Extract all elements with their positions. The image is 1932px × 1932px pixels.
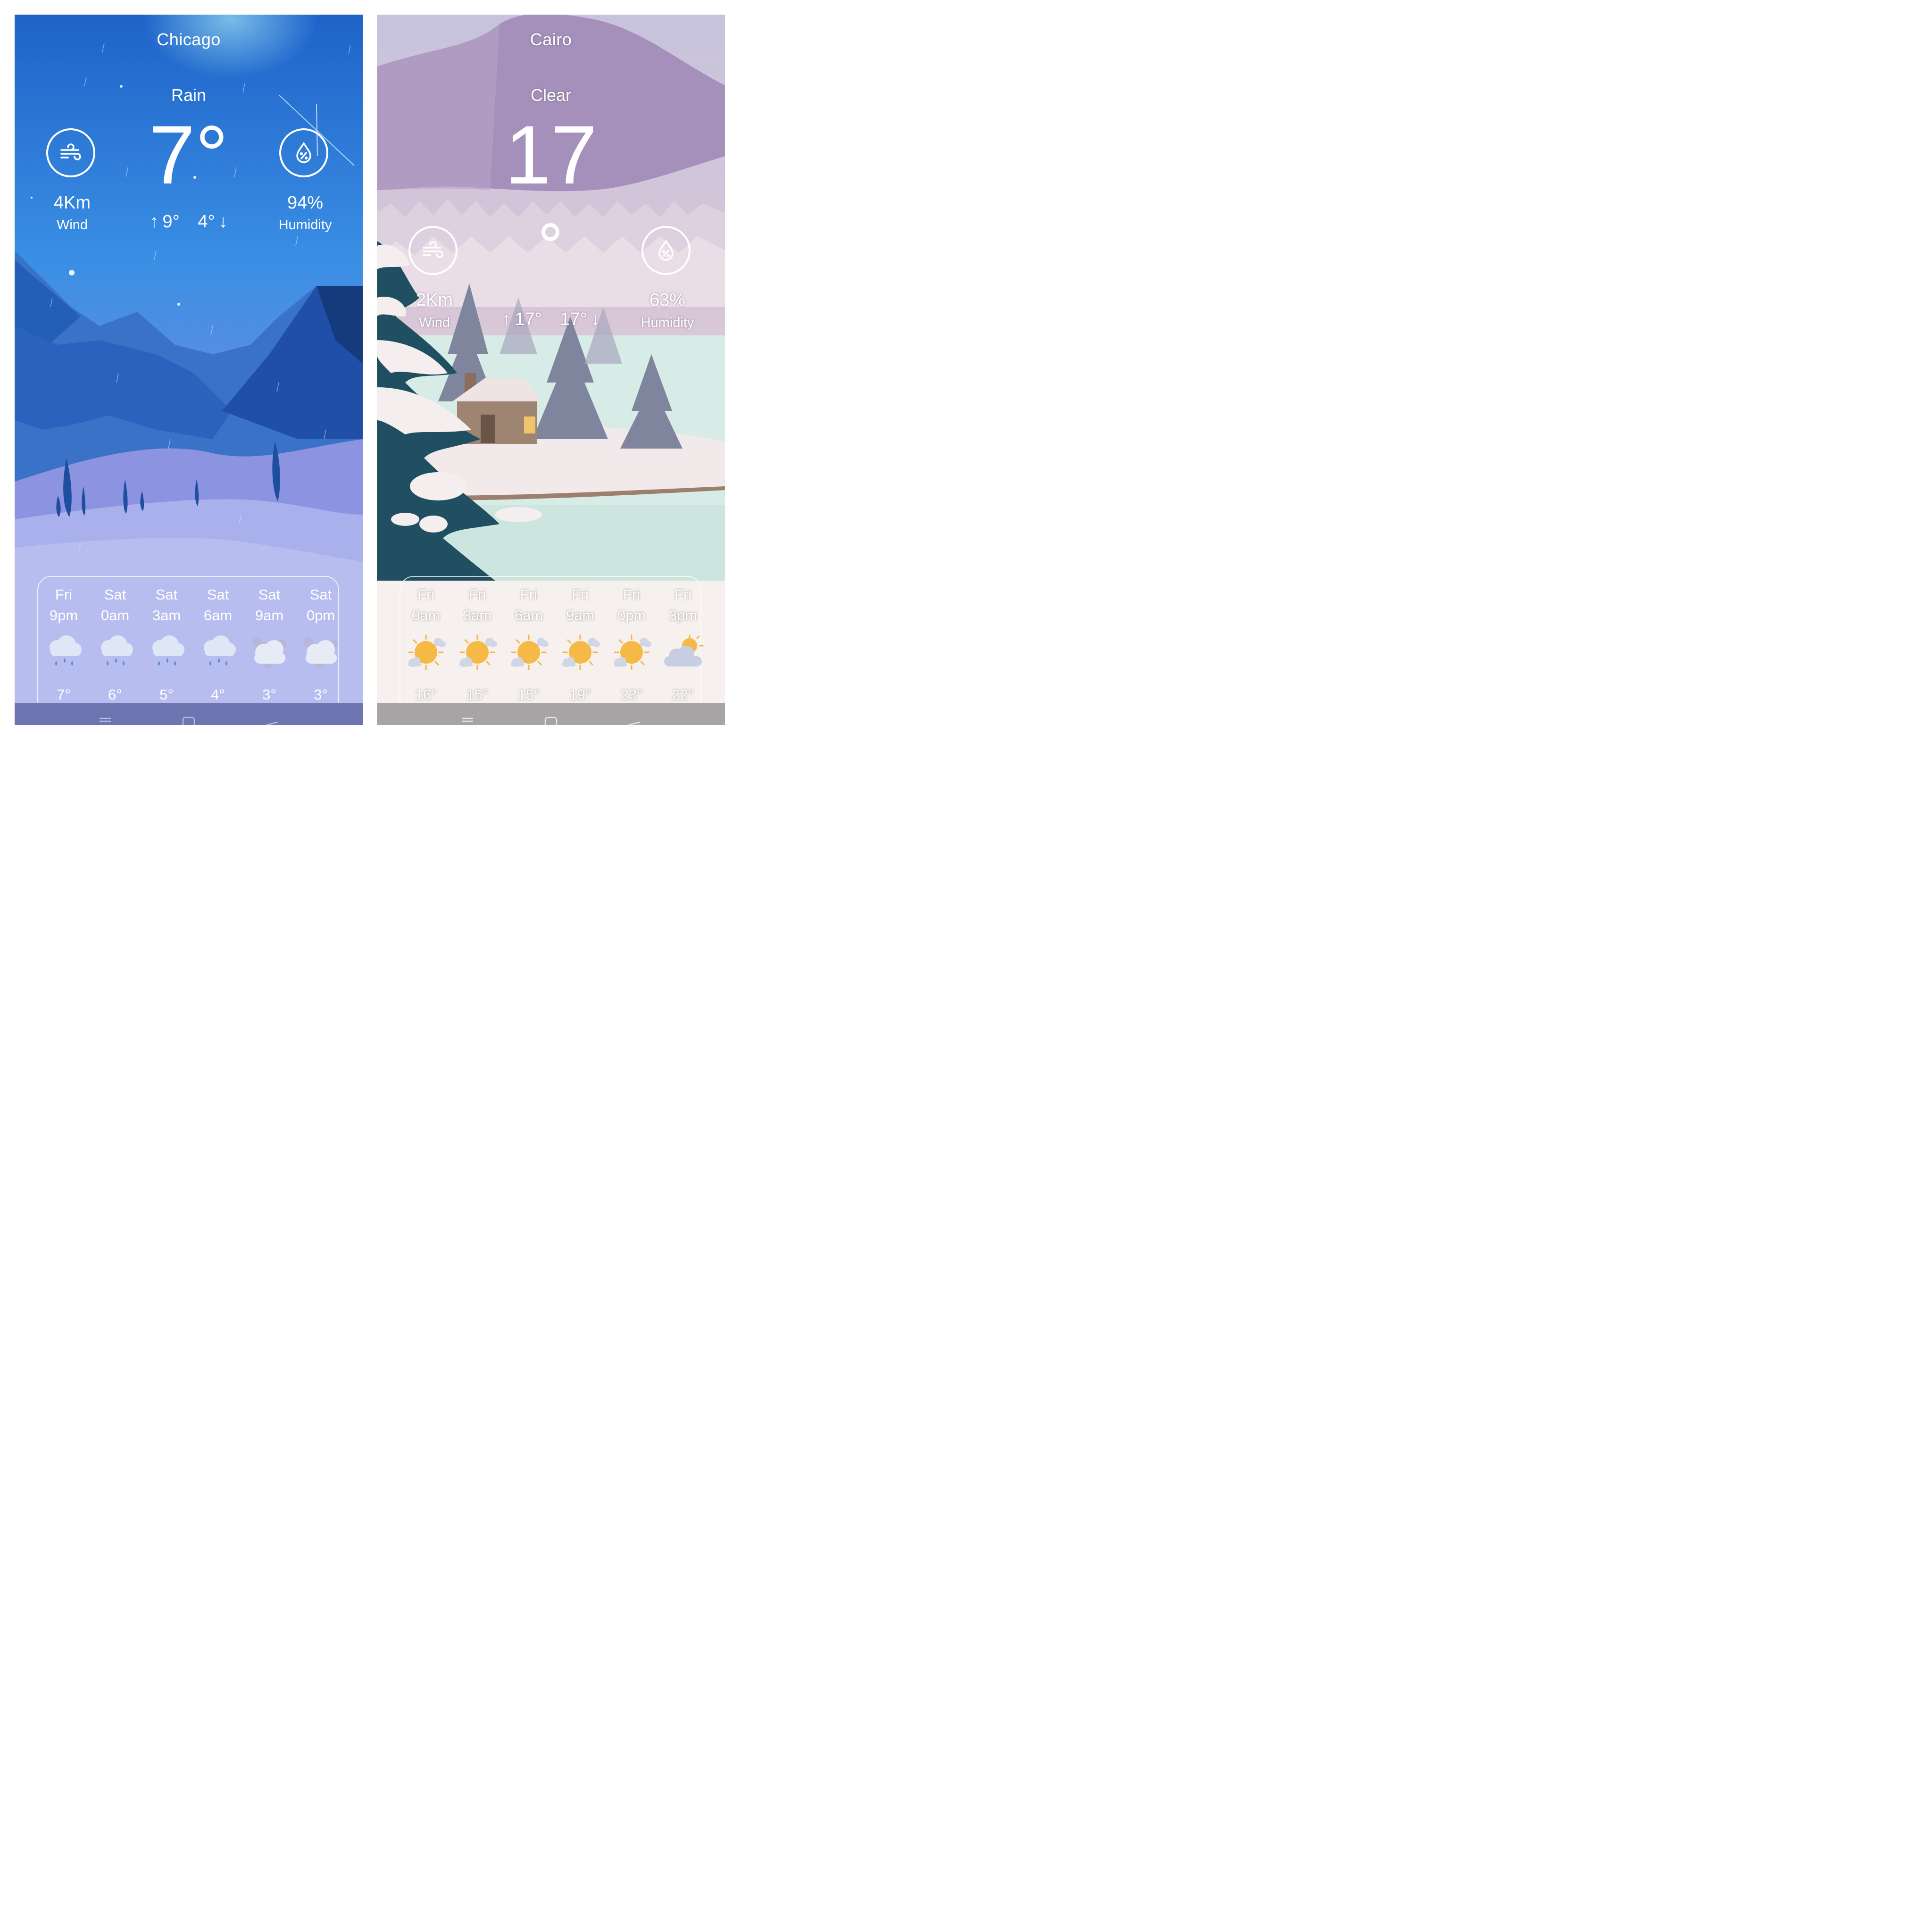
forecast-temp: 22° xyxy=(672,686,694,703)
forecast-temp: 6° xyxy=(108,686,122,703)
forecast-day: Fri xyxy=(417,586,435,603)
system-navigation-bar xyxy=(377,703,725,725)
forecast-time: 3am xyxy=(152,607,181,624)
wind-icon xyxy=(408,226,458,275)
forecast-time: 6am xyxy=(514,607,543,624)
forecast-temp: 3° xyxy=(262,686,276,703)
arrow-down-icon: ↓ xyxy=(218,212,228,232)
sun-cloud-icon xyxy=(610,633,653,671)
forecast-temp: 4° xyxy=(211,686,225,703)
menu-nav-icon[interactable] xyxy=(100,717,111,722)
forecast-day: Fri xyxy=(571,586,589,603)
forecast-temp: 7° xyxy=(57,686,71,703)
forecast-item: Fri 3am 15° xyxy=(454,577,501,716)
high-low-temperatures: ↑ 9° 4° ↓ xyxy=(15,212,363,232)
forecast-time: 0pm xyxy=(306,607,335,624)
city-name[interactable]: Cairo xyxy=(377,30,725,50)
city-name[interactable]: Chicago xyxy=(15,30,363,50)
forecast-temp: 15° xyxy=(517,686,540,703)
cloud-sun-icon xyxy=(661,633,705,671)
forecast-time: 3pm xyxy=(668,607,698,624)
forecast-time: 0pm xyxy=(617,607,646,624)
arrow-up-icon: ↑ xyxy=(150,212,159,232)
forecast-temp: 15° xyxy=(466,686,489,703)
forecast-time: 9am xyxy=(566,607,595,624)
low-temp: 17° ↓ xyxy=(560,309,600,329)
forecast-day: Fri xyxy=(55,586,73,603)
cairo-weather-screen: Cairo Clear 17 2Km Wind 63% Humidity ↑ 17… xyxy=(377,15,725,725)
sun-cloud-icon xyxy=(507,633,550,671)
humidity-value: 94% xyxy=(287,193,324,213)
cloudy-icon xyxy=(248,633,291,671)
forecast-day: Fri xyxy=(674,586,692,603)
hourly-forecast-panel[interactable]: Fri 9pm 7° Sat 0am 6° Sat 3am 5° Sat 6am 4° Sat 9am 3°… xyxy=(37,576,339,715)
forecast-time: 6am xyxy=(203,607,233,624)
hourly-forecast-panel[interactable]: Fri 0am 16° Fri 3am 15° Fri 6am 15° Fri 9am 19° Fri 0… xyxy=(400,576,704,716)
humidity-value: 63% xyxy=(649,290,686,310)
sun-cloud-icon xyxy=(404,633,448,671)
wind-value: 4Km xyxy=(53,193,91,213)
back-nav-icon[interactable] xyxy=(266,721,278,725)
cloudy-icon xyxy=(299,633,342,671)
forecast-item: Sat 0pm 3° xyxy=(297,577,344,716)
forecast-item: Sat 6am 4° xyxy=(194,577,242,716)
menu-nav-icon[interactable] xyxy=(462,717,473,722)
back-nav-icon[interactable] xyxy=(628,721,641,725)
forecast-temp: 19° xyxy=(569,686,591,703)
wind-value: 2Km xyxy=(416,290,453,310)
home-nav-icon[interactable] xyxy=(544,716,558,725)
forecast-item: Fri 0pm 23° xyxy=(608,577,655,716)
arrow-up-icon: ↑ xyxy=(502,309,511,329)
sun-cloud-icon xyxy=(558,633,602,671)
forecast-day: Sat xyxy=(104,586,126,603)
current-temperature: 17 xyxy=(505,109,597,201)
rain-cloud-icon xyxy=(93,633,137,671)
forecast-day: Sat xyxy=(309,586,332,603)
forecast-temp: 16° xyxy=(415,686,437,703)
wind-icon xyxy=(46,128,95,177)
forecast-day: Fri xyxy=(520,586,538,603)
forecast-day: Fri xyxy=(623,586,641,603)
rain-cloud-icon xyxy=(196,633,240,671)
forecast-temp: 23° xyxy=(620,686,643,703)
rain-cloud-icon xyxy=(42,633,85,671)
forecast-item: Fri 9am 19° xyxy=(557,577,604,716)
humidity-icon xyxy=(279,128,328,177)
forecast-time: 0am xyxy=(411,607,441,624)
system-navigation-bar xyxy=(15,703,363,725)
forecast-item: Fri 3pm 22° xyxy=(659,577,707,716)
forecast-item: Fri 9pm 7° xyxy=(40,577,87,716)
chicago-weather-screen: Chicago Rain 7° 4Km Wind 94% Humidity ↑ 9… xyxy=(15,15,363,725)
weather-condition: Clear xyxy=(530,85,572,105)
sun-cloud-icon xyxy=(456,633,499,671)
forecast-item: Sat 9am 3° xyxy=(246,577,293,716)
degree-symbol xyxy=(541,223,559,241)
humidity-icon xyxy=(641,226,691,275)
forecast-day: Sat xyxy=(258,586,281,603)
high-temp: ↑ 9° xyxy=(150,212,180,232)
forecast-time: 9am xyxy=(255,607,284,624)
forecast-item: Sat 3am 5° xyxy=(143,577,190,716)
forecast-time: 3am xyxy=(463,607,492,624)
forecast-day: Sat xyxy=(207,586,229,603)
low-temp: 4° ↓ xyxy=(198,212,228,232)
forecast-time: 9pm xyxy=(49,607,78,624)
forecast-time: 0am xyxy=(100,607,130,624)
rain-cloud-icon xyxy=(145,633,188,671)
forecast-day: Fri xyxy=(468,586,486,603)
arrow-down-icon: ↓ xyxy=(591,309,600,329)
forecast-item: Sat 0am 6° xyxy=(92,577,139,716)
forecast-day: Sat xyxy=(155,586,178,603)
forecast-item: Fri 0am 16° xyxy=(402,577,450,716)
high-temp: ↑ 17° xyxy=(502,309,542,329)
home-nav-icon[interactable] xyxy=(182,716,195,725)
forecast-temp: 3° xyxy=(314,686,328,703)
forecast-item: Fri 6am 15° xyxy=(505,577,552,716)
high-low-temperatures: ↑ 17° 17° ↓ xyxy=(377,309,725,330)
weather-condition: Rain xyxy=(171,85,207,105)
forecast-temp: 5° xyxy=(159,686,174,703)
